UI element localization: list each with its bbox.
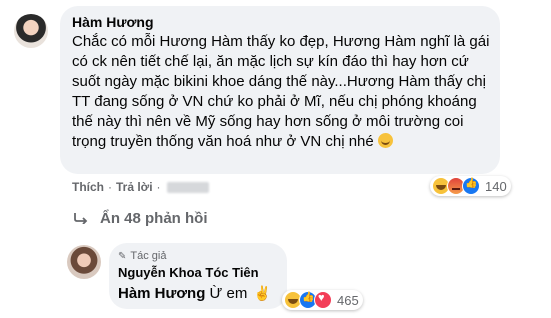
separator-dot: · [156, 180, 161, 194]
like-link[interactable]: Thích [72, 180, 104, 194]
mention-link[interactable]: Hàm Hương [118, 285, 205, 302]
pencil-icon: ✎ [118, 250, 127, 262]
author-badge-label: Tác giả [130, 250, 167, 262]
comment-reactions[interactable]: 140 [430, 176, 511, 196]
comment-text: Chắc có mỗi Hương Hàm thấy ko đẹp, Hương… [72, 33, 490, 150]
comment-actions: Thích · Trả lời · [72, 180, 209, 194]
comment-body: Chắc có mỗi Hương Hàm thấy ko đẹp, Hương… [72, 32, 494, 152]
like-reaction-icon [462, 177, 480, 195]
blurred-timestamp[interactable] [166, 181, 209, 193]
comment-author[interactable]: Hàm Hương [72, 14, 154, 30]
smiling-face-icon [377, 133, 393, 148]
victory-hand-icon: ✌ [253, 285, 271, 301]
separator-dot: · [108, 180, 112, 194]
love-reaction-icon [314, 291, 332, 309]
reply-text: Ừ em [209, 285, 248, 302]
commenter-avatar[interactable] [14, 14, 48, 48]
reply-arrow-icon [74, 211, 90, 227]
reaction-count: 465 [337, 292, 359, 308]
reply-author[interactable]: Nguyễn Khoa Tóc Tiên [118, 265, 259, 280]
reaction-count: 140 [485, 178, 507, 194]
reply-reactions[interactable]: 465 [282, 290, 363, 310]
author-badge: ✎ Tác giả [118, 250, 166, 262]
reply-link[interactable]: Trả lời [116, 180, 153, 194]
reply-body: Hàm Hương Ừ em ✌ [118, 285, 271, 302]
hide-replies-label: Ẩn 48 phản hồi [100, 210, 208, 227]
reply-author-avatar[interactable] [67, 245, 101, 279]
hide-replies-toggle[interactable]: Ẩn 48 phản hồi [74, 210, 208, 227]
